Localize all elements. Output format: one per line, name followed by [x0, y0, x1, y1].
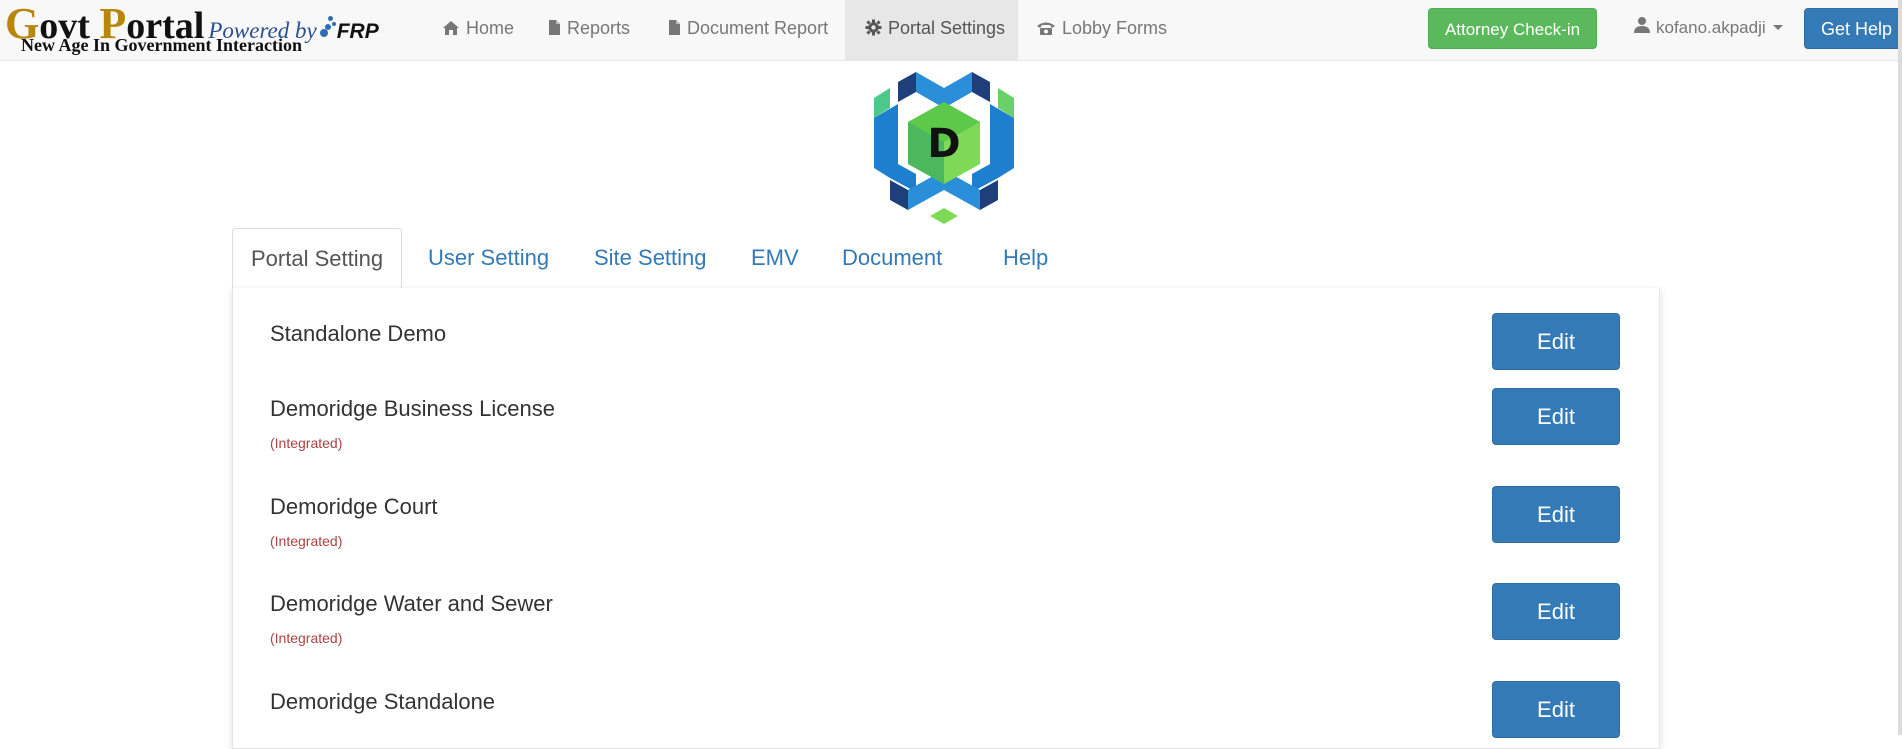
- nav-lobby-forms-label: Lobby Forms: [1062, 18, 1168, 38]
- nav-home[interactable]: Home: [422, 0, 534, 60]
- nav-document-report[interactable]: Document Report: [648, 0, 848, 60]
- portal-name: Standalone Demo: [270, 321, 447, 346]
- top-navbar: Govt Portal Powered by FRP New Age In Gove…: [0, 0, 1902, 61]
- tab-help[interactable]: Help: [985, 228, 1066, 288]
- nav-reports[interactable]: Reports: [528, 0, 650, 60]
- portal-status: (Integrated): [270, 435, 343, 451]
- nav-portal-settings-label: Portal Settings: [888, 18, 1006, 38]
- tab-site-setting[interactable]: Site Setting: [576, 228, 725, 288]
- phone-icon: [1036, 0, 1056, 56]
- username-label: kofano.akpadji: [1656, 18, 1766, 37]
- gear-icon: [865, 0, 882, 56]
- page-scrollbar[interactable]: [1898, 0, 1902, 735]
- edit-button[interactable]: Edit: [1492, 486, 1620, 543]
- nav-portal-settings[interactable]: Portal Settings: [845, 0, 1018, 60]
- portal-status: (Integrated): [270, 533, 343, 549]
- nav-document-report-label: Document Report: [687, 18, 829, 38]
- edit-button[interactable]: Edit: [1492, 388, 1620, 445]
- portal-list-panel: Standalone Demo Edit Demoridge Business …: [232, 288, 1660, 749]
- tab-portal-setting[interactable]: Portal Setting: [232, 228, 403, 289]
- file-icon: [548, 0, 561, 56]
- organization-logo: D: [872, 68, 1016, 228]
- user-menu-dropdown[interactable]: kofano.akpadji: [1634, 0, 1783, 60]
- nav-home-label: Home: [466, 18, 515, 38]
- brand-logo[interactable]: Govt Portal Powered by FRP New Age In Gove…: [5, 0, 425, 58]
- frp-dots-icon: [319, 12, 337, 40]
- edit-button[interactable]: Edit: [1492, 313, 1620, 370]
- portal-name: Demoridge Water and Sewer: [270, 591, 553, 616]
- edit-button[interactable]: Edit: [1492, 681, 1620, 738]
- nav-lobby-forms[interactable]: Lobby Forms: [1016, 0, 1187, 60]
- settings-tabs: Portal Setting User Setting Site Setting…: [232, 228, 1658, 289]
- attorney-checkin-button[interactable]: Attorney Check-in: [1428, 8, 1597, 49]
- portal-name: Demoridge Business License: [270, 396, 555, 421]
- portal-name: Demoridge Court: [270, 494, 438, 519]
- get-help-button[interactable]: Get Help: [1804, 8, 1902, 49]
- user-icon: [1634, 0, 1650, 56]
- tab-user-setting[interactable]: User Setting: [410, 228, 567, 288]
- tab-emv[interactable]: EMV: [733, 228, 817, 288]
- home-icon: [442, 0, 460, 56]
- caret-down-icon: [1772, 25, 1783, 30]
- portal-name: Demoridge Standalone: [270, 689, 496, 714]
- edit-button[interactable]: Edit: [1492, 583, 1620, 640]
- tab-document[interactable]: Document: [824, 228, 960, 288]
- logo-letter: D: [927, 121, 960, 167]
- portal-status: (Integrated): [270, 630, 343, 646]
- brand-tagline: New Age In Government Interaction: [21, 35, 302, 55]
- file-icon: [668, 0, 681, 56]
- nav-reports-label: Reports: [567, 18, 631, 38]
- brand-frp: FRP: [336, 20, 379, 43]
